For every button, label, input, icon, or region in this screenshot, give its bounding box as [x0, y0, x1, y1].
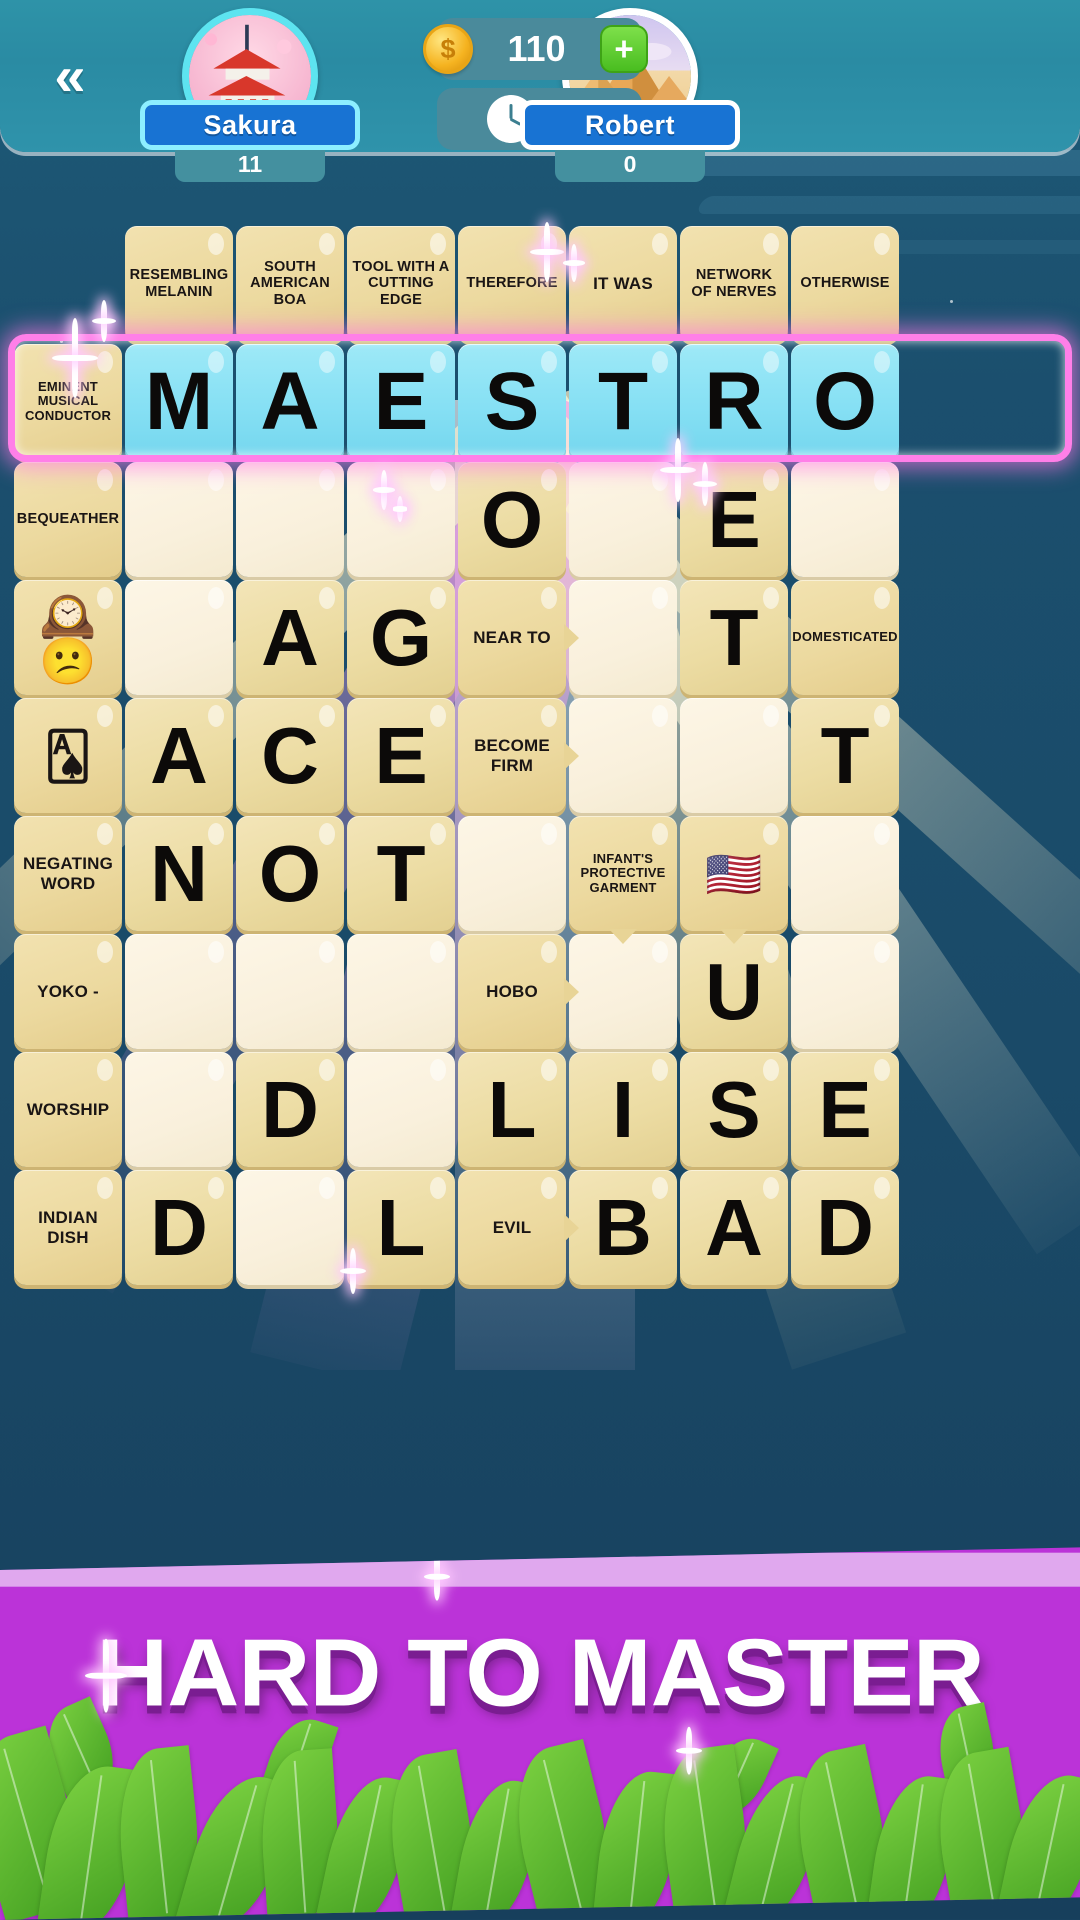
clue-cell[interactable]: NEAR TO — [458, 580, 566, 695]
blank-cell[interactable] — [569, 462, 677, 577]
double-chevron-left-icon: « — [54, 43, 85, 107]
blank-cell[interactable] — [236, 934, 344, 1049]
solved-letter-cell[interactable]: O — [791, 344, 899, 459]
back-button[interactable]: « — [22, 40, 108, 110]
blank-cell[interactable] — [125, 1052, 233, 1167]
coin-balance[interactable]: $ 110 + — [423, 18, 648, 80]
ace-of-spades-card: 🂡 — [44, 729, 92, 782]
top-bar: « 11 Sakura $ 110 + 0 Robert — [0, 0, 1080, 182]
blank-cell[interactable] — [569, 698, 677, 813]
letter-cell[interactable]: O — [236, 816, 344, 931]
clue-cell-emoji[interactable]: 🂡 — [14, 698, 122, 813]
coin-amount: 110 — [507, 28, 566, 69]
clue-cell[interactable]: NETWORK OF NERVES — [680, 226, 788, 341]
clue-cell[interactable]: EVIL — [458, 1170, 566, 1285]
clue-cell[interactable]: THEREFORE — [458, 226, 566, 341]
blank-cell[interactable] — [236, 462, 344, 577]
blank-cell[interactable] — [347, 462, 455, 577]
letter-cell[interactable]: E — [347, 698, 455, 813]
clue-cell[interactable]: WORSHIP — [14, 1052, 122, 1167]
letter-cell[interactable]: T — [791, 698, 899, 813]
add-coins-button[interactable]: + — [600, 25, 648, 73]
solved-letter-cell[interactable]: M — [125, 344, 233, 459]
letter-cell[interactable]: O — [458, 462, 566, 577]
letter-cell[interactable]: E — [680, 462, 788, 577]
solved-letter-cell[interactable]: R — [680, 344, 788, 459]
clue-cell[interactable]: BEQUEATHER — [14, 462, 122, 577]
score-value: 0 — [623, 151, 637, 177]
clue-cell[interactable]: DOMESTICATED — [791, 580, 899, 695]
blank-cell[interactable] — [569, 934, 677, 1049]
clue-cell[interactable]: IT WAS — [569, 226, 677, 341]
letter-cell[interactable]: C — [236, 698, 344, 813]
clue-cell[interactable]: SOUTH AMERICAN BOA — [236, 226, 344, 341]
clue-cell[interactable]: OTHERWISE — [791, 226, 899, 341]
clue-cell-emoji[interactable]: 🇺🇸 — [680, 816, 788, 931]
grid-cell-empty — [14, 226, 122, 341]
letter-cell[interactable]: A — [236, 580, 344, 695]
blank-cell[interactable] — [569, 580, 677, 695]
clue-cell-emoji[interactable]: 🕰️😕 — [14, 580, 122, 695]
letter-cell[interactable]: T — [347, 816, 455, 931]
letter-cell[interactable]: G — [347, 580, 455, 695]
player-name: Sakura — [203, 109, 297, 140]
clue-cell[interactable]: BECOME FIRM — [458, 698, 566, 813]
promo-banner: HARD TO MASTER — [0, 1547, 1080, 1920]
clue-cell[interactable]: TOOL WITH A CUTTING EDGE — [347, 226, 455, 341]
letter-cell[interactable]: T — [680, 580, 788, 695]
score-value: 11 — [237, 151, 263, 177]
solved-letter-cell[interactable]: T — [569, 344, 677, 459]
confused-clocks-emoji: 🕰️😕 — [39, 588, 97, 687]
usa-flag-emoji: 🇺🇸 — [705, 847, 763, 900]
clue-cell[interactable]: NEGATING WORD — [14, 816, 122, 931]
name-plate-sakura[interactable]: Sakura — [140, 100, 360, 150]
letter-cell[interactable]: N — [125, 816, 233, 931]
letter-cell[interactable]: B — [569, 1170, 677, 1285]
clue-cell[interactable]: INFANT'S PROTECTIVE GARMENT — [569, 816, 677, 931]
player-name: Robert — [585, 109, 675, 140]
clue-cell[interactable]: EMINENT MUSICAL CONDUCTOR — [14, 344, 122, 459]
clue-cell[interactable]: YOKO - — [14, 934, 122, 1049]
blank-cell[interactable] — [125, 934, 233, 1049]
coin-icon: $ — [423, 24, 473, 74]
blank-cell[interactable] — [791, 816, 899, 931]
blank-cell[interactable] — [125, 580, 233, 695]
clue-cell[interactable]: INDIAN DISH — [14, 1170, 122, 1285]
solved-letter-cell[interactable]: E — [347, 344, 455, 459]
banner-top-edge — [0, 1552, 1080, 1587]
plus-icon: + — [614, 30, 634, 67]
blank-cell[interactable] — [347, 934, 455, 1049]
letter-cell[interactable]: D — [236, 1052, 344, 1167]
letter-cell[interactable]: L — [347, 1170, 455, 1285]
letter-cell[interactable]: I — [569, 1052, 677, 1167]
name-plate-robert[interactable]: Robert — [520, 100, 740, 150]
blank-cell[interactable] — [347, 1052, 455, 1167]
blank-cell[interactable] — [125, 462, 233, 577]
letter-cell[interactable]: A — [680, 1170, 788, 1285]
solved-letter-cell[interactable]: S — [458, 344, 566, 459]
letter-cell[interactable]: D — [125, 1170, 233, 1285]
letter-cell[interactable]: S — [680, 1052, 788, 1167]
blank-cell[interactable] — [680, 698, 788, 813]
letter-cell[interactable]: E — [791, 1052, 899, 1167]
blank-cell[interactable] — [791, 462, 899, 577]
letter-cell[interactable]: D — [791, 1170, 899, 1285]
blank-cell[interactable] — [458, 816, 566, 931]
clue-cell[interactable]: RESEMBLING MELANIN — [125, 226, 233, 341]
banner-title: HARD TO MASTER — [96, 1619, 984, 1727]
blank-cell[interactable] — [791, 934, 899, 1049]
blank-cell[interactable] — [236, 1170, 344, 1285]
letter-cell[interactable]: U — [680, 934, 788, 1049]
letter-cell[interactable]: A — [125, 698, 233, 813]
letter-cell[interactable]: L — [458, 1052, 566, 1167]
crossword-grid[interactable]: RESEMBLING MELANIN SOUTH AMERICAN BOA TOOL… — [14, 226, 899, 1285]
solved-letter-cell[interactable]: A — [236, 344, 344, 459]
clue-cell[interactable]: HOBO — [458, 934, 566, 1049]
